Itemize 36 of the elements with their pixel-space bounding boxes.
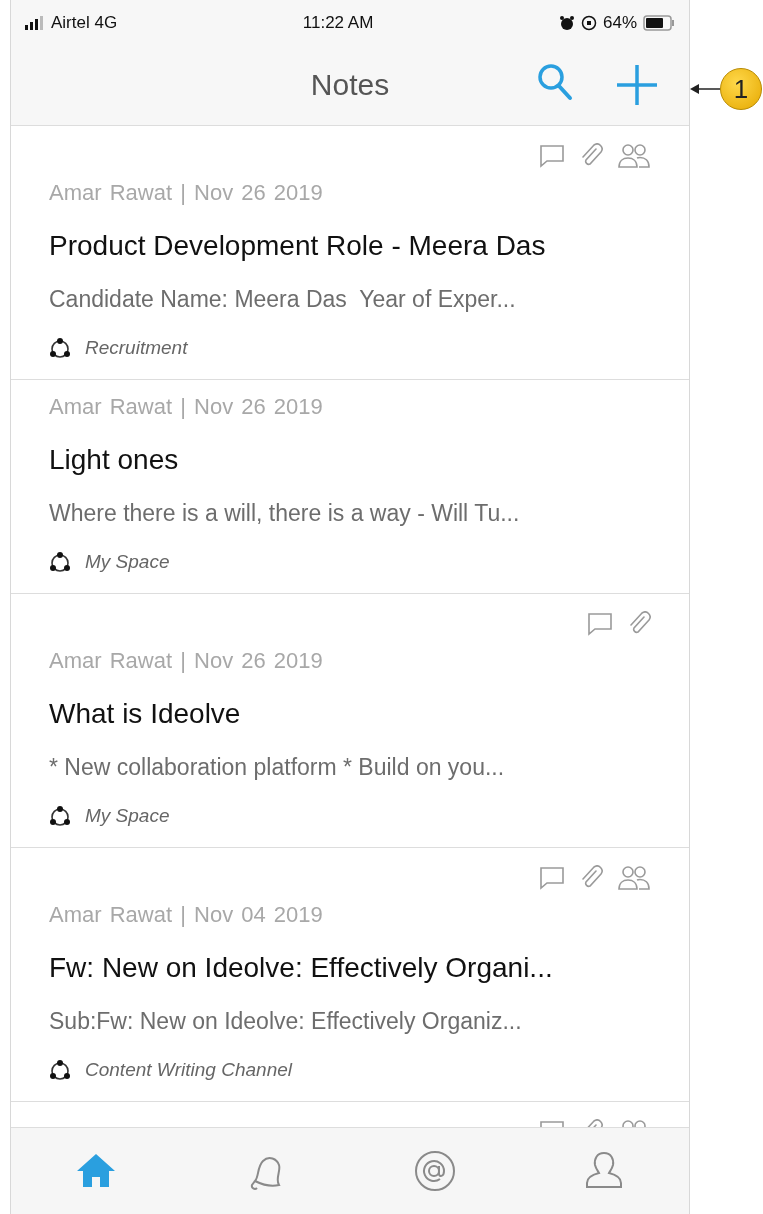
note-card[interactable]: Amar Rawat | Nov 26 2019 Light ones Where there is a will, there is a way - Will Tu... My Space [11, 380, 689, 594]
note-title: Fw: New on Ideolve: Effectively Organi... [49, 952, 554, 984]
battery-percent: 64% [602, 12, 637, 33]
network-icon [49, 337, 71, 359]
note-title: Light ones [49, 444, 180, 476]
note-card[interactable]: Amar Rawat | Nov 26 2019 Product Development Role - Meera Das Candidate Name: Meera Das Year of Exper... Recruitment [11, 126, 689, 380]
screen-title: Notes [310, 68, 390, 102]
network-icon [49, 551, 71, 573]
note-preview: Sub:Fw: New on Ideolve: Effectively Organiz... [49, 1008, 523, 1035]
network-icon [49, 805, 71, 827]
space-name: My Space [85, 551, 170, 573]
at-sign-tab[interactable] [412, 1149, 457, 1193]
note-title: What is Ideolve [49, 698, 242, 730]
space-name: Recruitment [85, 337, 188, 359]
add-button[interactable] [615, 63, 659, 107]
note-preview: Where there is a will, there is a way - Will Tu... [49, 500, 521, 527]
note-card[interactable]: Amar Rawat | Nov 04 2019 Fw: New on Ideolve: Effectively Organi... Sub:Fw: New on Ideolve: Effectively Organiz... Content Writing Channel [11, 848, 689, 1102]
author-date: Amar Rawat | Nov 26 2019 [49, 394, 324, 420]
battery-icon [643, 14, 675, 31]
note-title: Product Development Role - Meera Das [49, 230, 547, 262]
rotation-lock-icon [580, 14, 597, 31]
signal-icon [25, 15, 45, 30]
note-preview: * New collaboration platform * Build on you... [49, 754, 506, 781]
author-date: Amar Rawat | Nov 26 2019 [49, 180, 324, 206]
space-name: My Space [85, 805, 170, 827]
callout-number: 1 [720, 68, 762, 110]
author-date: Amar Rawat | Nov 04 2019 [49, 902, 324, 928]
note-card[interactable]: Amar Rawat | Nov 26 2019 What is Ideolve * New collaboration platform * Build on you... My Space [11, 594, 689, 848]
carrier-name: Airtel 4G [51, 12, 118, 33]
author-date: Amar Rawat | Nov 26 2019 [49, 648, 324, 674]
clock-time: 11:22 AM [302, 12, 374, 33]
network-icon [49, 1059, 71, 1081]
alarm-icon [558, 14, 575, 31]
note-preview: Candidate Name: Meera Das Year of Exper... [49, 286, 517, 313]
space-name: Content Writing Channel [85, 1059, 292, 1081]
callout-arrow [690, 84, 720, 94]
